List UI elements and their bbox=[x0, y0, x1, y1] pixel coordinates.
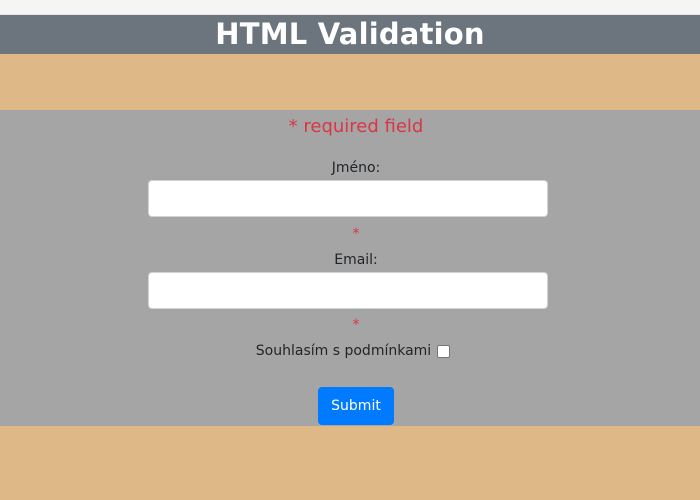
page-header: HTML Validation bbox=[0, 15, 700, 54]
bottom-band bbox=[0, 426, 700, 500]
email-label: Email: bbox=[334, 252, 378, 268]
name-input[interactable] bbox=[148, 180, 548, 217]
consent-row: Souhlasím s podmínkami bbox=[0, 342, 700, 360]
top-band bbox=[0, 54, 700, 110]
name-label: Jméno: bbox=[331, 160, 381, 176]
name-required-marker: * bbox=[352, 226, 360, 242]
required-field-note: * required field bbox=[288, 116, 424, 137]
page-title: HTML Validation bbox=[215, 17, 485, 51]
browser-top-strip bbox=[0, 0, 700, 15]
submit-button[interactable]: Submit bbox=[318, 387, 394, 425]
email-input[interactable] bbox=[148, 272, 548, 309]
email-required-marker: * bbox=[352, 317, 360, 333]
consent-checkbox[interactable] bbox=[437, 344, 451, 358]
consent-label: Souhlasím s podmínkami bbox=[255, 343, 432, 359]
